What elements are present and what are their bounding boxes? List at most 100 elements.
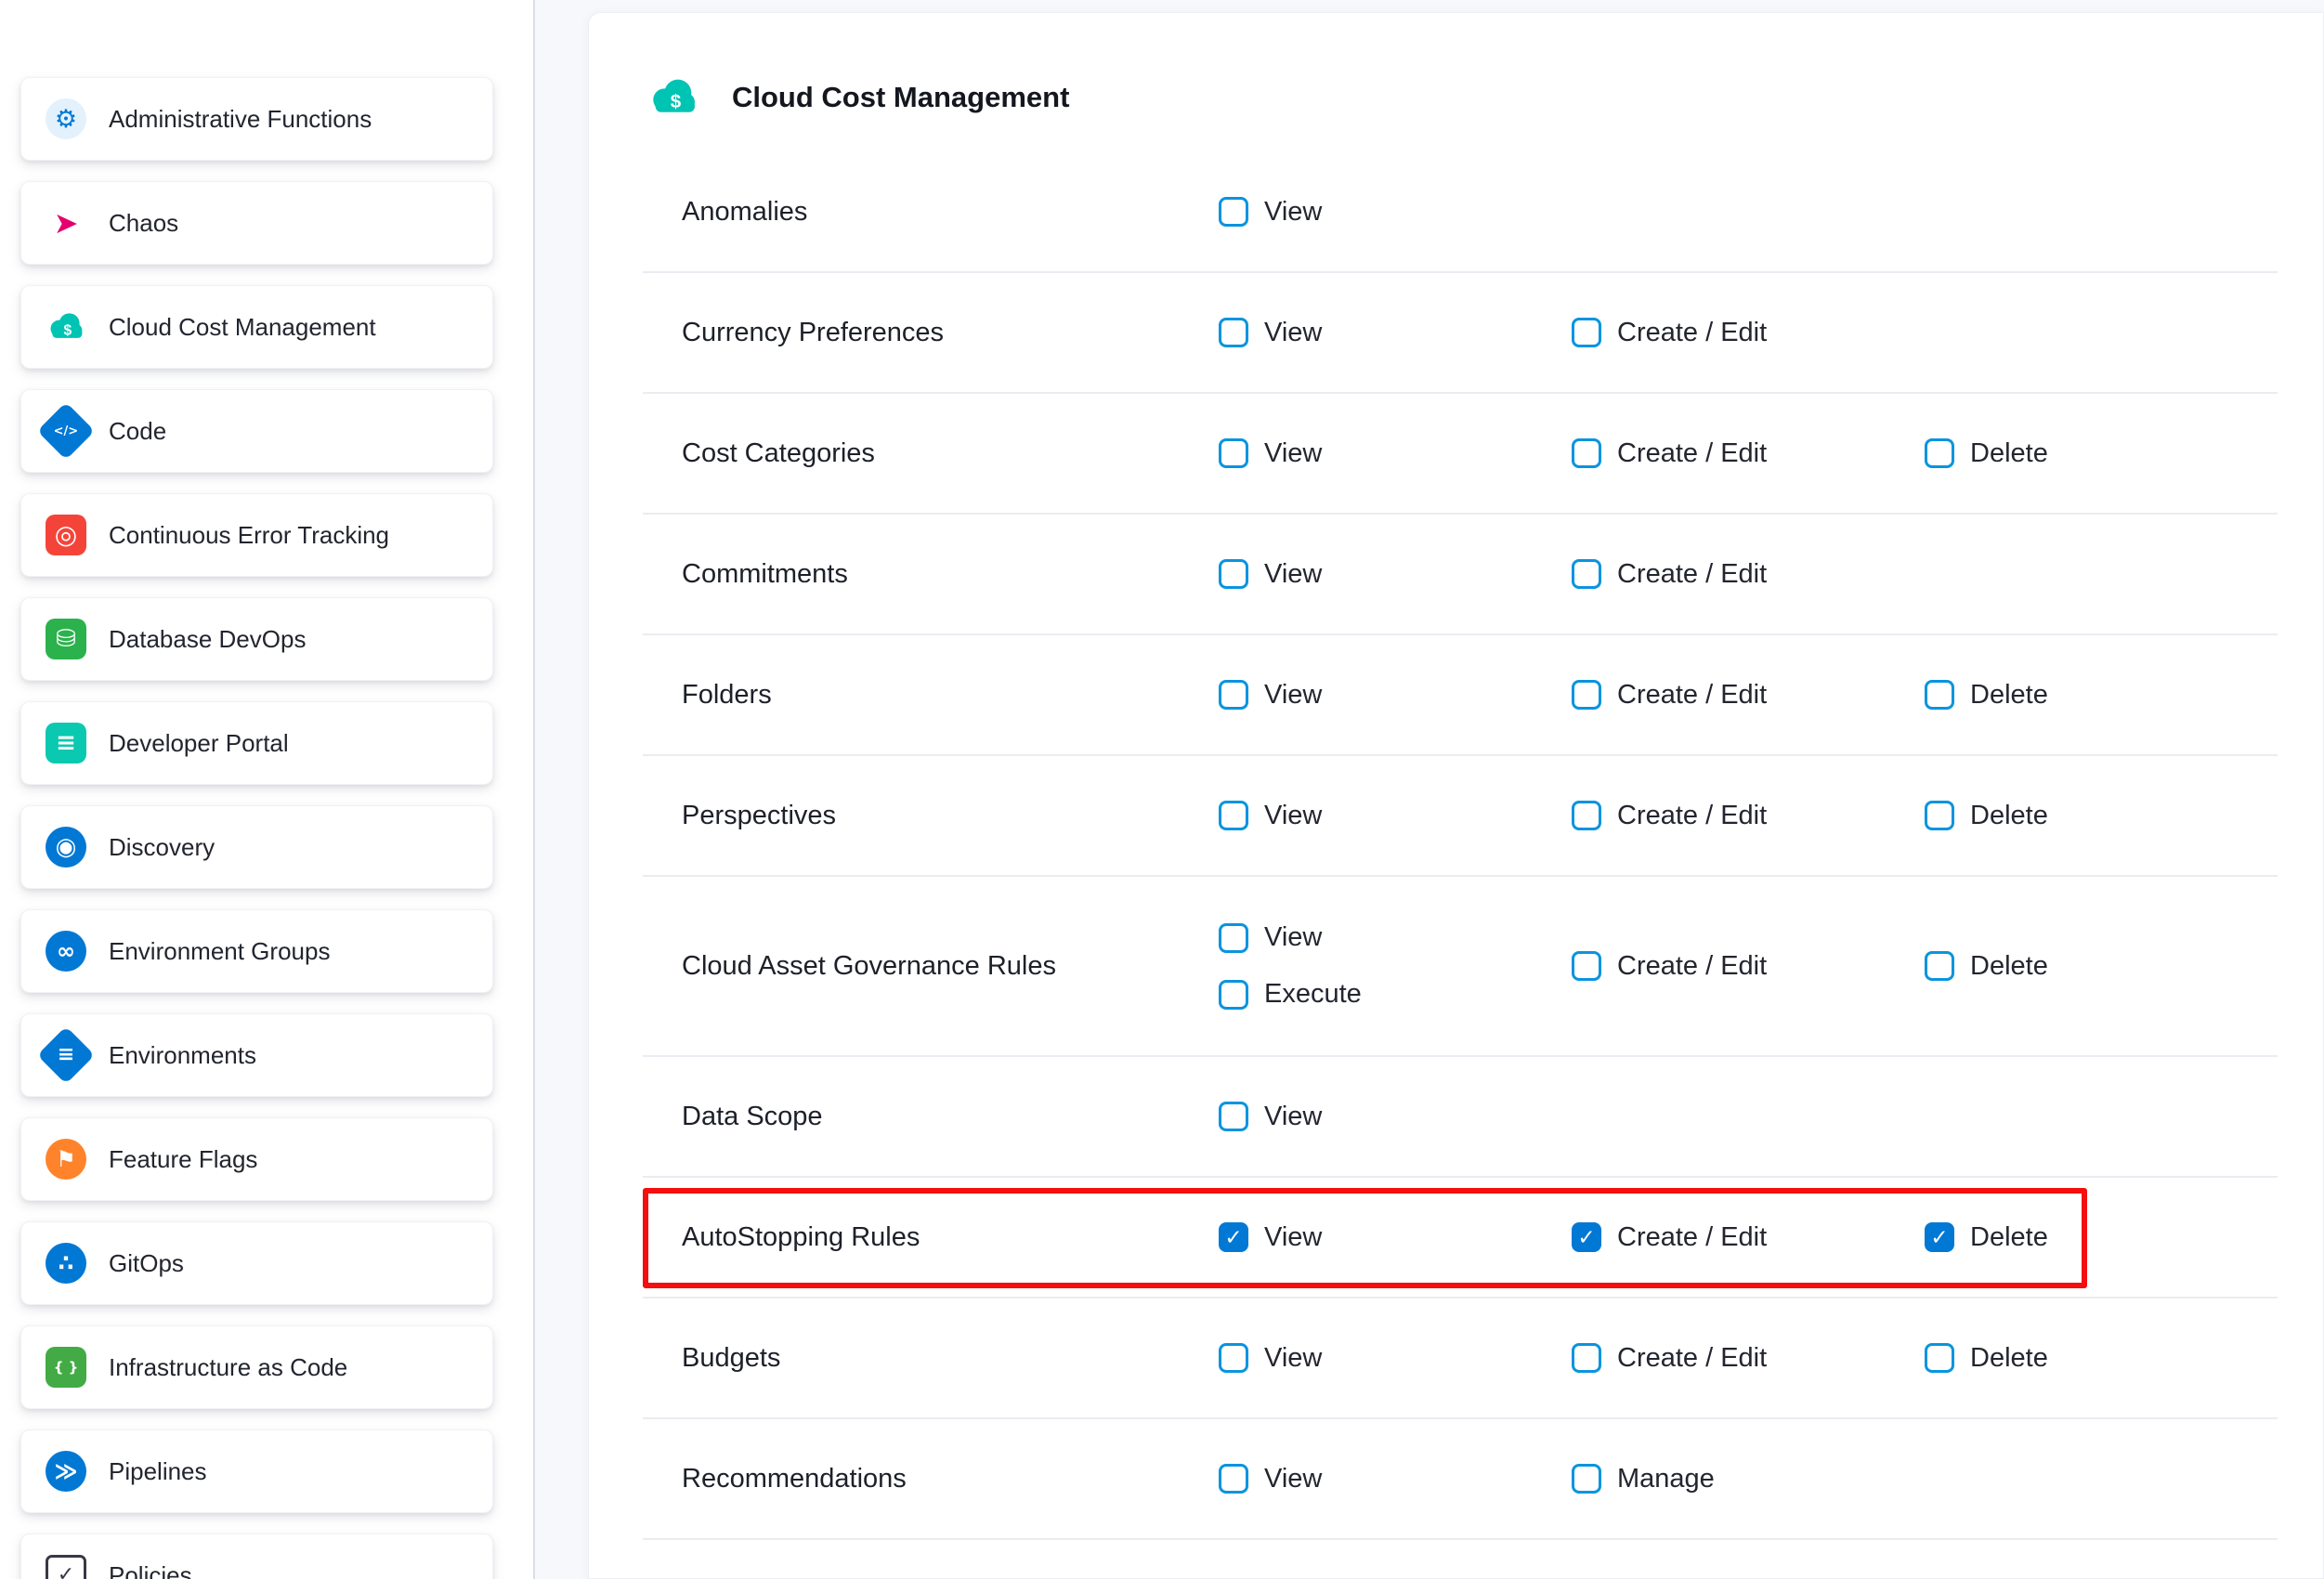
permission-delete[interactable]: Delete xyxy=(1925,951,2048,982)
permission-row: PerspectivesViewCreate / EditDelete xyxy=(643,756,2278,877)
view-checkbox[interactable]: ✓ xyxy=(1219,1222,1248,1252)
permission-view[interactable]: View xyxy=(1219,680,1322,711)
developer-portal-icon-glyph: ≡ xyxy=(56,731,76,755)
permission-column: View xyxy=(1219,559,1572,590)
permission-delete[interactable]: Delete xyxy=(1925,801,2048,831)
permission-view[interactable]: View xyxy=(1219,1343,1322,1374)
sidebar-item-administrative-functions[interactable]: ⚙Administrative Functions xyxy=(20,77,493,161)
delete-checkbox[interactable] xyxy=(1925,438,1954,468)
sidebar-item-feature-flags[interactable]: ⚑Feature Flags xyxy=(20,1117,493,1201)
manage-checkbox[interactable] xyxy=(1572,1464,1601,1494)
view-checkbox[interactable] xyxy=(1219,438,1248,468)
permission-delete[interactable]: Delete xyxy=(1925,1343,2048,1374)
card-header: $ Cloud Cost Management xyxy=(589,13,2323,124)
view-checkbox[interactable] xyxy=(1219,197,1248,227)
flag-icon: ⚑ xyxy=(46,1139,86,1180)
sidebar-item-label: Administrative Functions xyxy=(109,105,372,134)
view-checkbox[interactable] xyxy=(1219,923,1248,953)
sidebar-item-infrastructure-as-code[interactable]: { }Infrastructure as Code xyxy=(20,1325,493,1409)
environments-icon: ≡ xyxy=(37,1026,95,1084)
sidebar-item-database-devops[interactable]: ⛁Database DevOps xyxy=(20,597,493,681)
sidebar-item-discovery[interactable]: ◉Discovery xyxy=(20,805,493,889)
permission-view[interactable]: View xyxy=(1219,438,1322,469)
create-edit-checkbox[interactable] xyxy=(1572,559,1601,589)
sidebar-item-chaos[interactable]: ➤Chaos xyxy=(20,181,493,265)
permission-view[interactable]: View xyxy=(1219,1464,1322,1494)
permission-execute[interactable]: Execute xyxy=(1219,979,1362,1010)
permission-create-edit[interactable]: Create / Edit xyxy=(1572,559,1767,590)
permissions-table: AnomaliesViewCurrency PreferencesViewCre… xyxy=(643,152,2278,1540)
create-edit-checkbox[interactable] xyxy=(1572,1343,1601,1373)
permission-view[interactable]: View xyxy=(1219,559,1322,590)
sidebar-item-pipelines[interactable]: ≫Pipelines xyxy=(20,1429,493,1513)
delete-checkbox[interactable] xyxy=(1925,680,1954,710)
sidebar-item-developer-portal[interactable]: ≡Developer Portal xyxy=(20,701,493,785)
permission-delete[interactable]: Delete xyxy=(1925,438,2048,469)
permission-label: View xyxy=(1264,801,1322,831)
permission-group-label: Commitments xyxy=(643,559,1219,590)
permission-row: Cloud Asset Governance RulesViewExecuteC… xyxy=(643,877,2278,1057)
permission-view[interactable]: View xyxy=(1219,922,1322,953)
permission-row: Currency PreferencesViewCreate / Edit xyxy=(643,273,2278,394)
sidebar-item-code[interactable]: </>Code xyxy=(20,389,493,473)
view-checkbox[interactable] xyxy=(1219,680,1248,710)
view-checkbox[interactable] xyxy=(1219,801,1248,830)
view-checkbox[interactable] xyxy=(1219,318,1248,347)
create-edit-checkbox[interactable]: ✓ xyxy=(1572,1222,1601,1252)
sidebar-item-gitops[interactable]: ∴GitOps xyxy=(20,1221,493,1305)
create-edit-checkbox[interactable] xyxy=(1572,318,1601,347)
permission-view[interactable]: View xyxy=(1219,1102,1322,1132)
database-icon-glyph: ⛁ xyxy=(56,627,76,651)
delete-checkbox[interactable] xyxy=(1925,951,1954,981)
permission-view[interactable]: View xyxy=(1219,197,1322,228)
permission-manage[interactable]: Manage xyxy=(1572,1464,1715,1494)
sidebar-item-label: Chaos xyxy=(109,209,178,238)
permission-column: ✓ Delete xyxy=(1925,1222,2278,1253)
sidebar-item-continuous-error-tracking[interactable]: ◎Continuous Error Tracking xyxy=(20,493,493,577)
permission-label: Create / Edit xyxy=(1617,559,1767,590)
permission-create-edit[interactable]: Create / Edit xyxy=(1572,438,1767,469)
permission-create-edit[interactable]: Create / Edit xyxy=(1572,1343,1767,1374)
sidebar-item-policies[interactable]: ✓Policies xyxy=(20,1533,493,1579)
permission-delete[interactable]: Delete xyxy=(1925,680,2048,711)
permission-create-edit[interactable]: ✓ Create / Edit xyxy=(1572,1222,1767,1253)
permission-create-edit[interactable]: Create / Edit xyxy=(1572,318,1767,348)
environments-icon-glyph: ≡ xyxy=(58,1045,74,1065)
sidebar-item-environment-groups[interactable]: ∞Environment Groups xyxy=(20,909,493,993)
permission-column: ✓ Create / Edit xyxy=(1572,1222,1925,1253)
permission-label: Create / Edit xyxy=(1617,801,1767,831)
permission-create-edit[interactable]: Create / Edit xyxy=(1572,801,1767,831)
permission-label: Create / Edit xyxy=(1617,680,1767,711)
view-checkbox[interactable] xyxy=(1219,1464,1248,1494)
permission-view[interactable]: ✓View xyxy=(1219,1222,1322,1253)
create-edit-checkbox[interactable] xyxy=(1572,680,1601,710)
permission-delete[interactable]: ✓ Delete xyxy=(1925,1222,2048,1253)
permission-label: View xyxy=(1264,1343,1322,1374)
permission-label: Delete xyxy=(1970,951,2048,982)
execute-checkbox[interactable] xyxy=(1219,980,1248,1010)
create-edit-checkbox[interactable] xyxy=(1572,438,1601,468)
permission-group-label: Cost Categories xyxy=(643,438,1219,469)
permission-create-edit[interactable]: Create / Edit xyxy=(1572,680,1767,711)
permission-column: Create / Edit xyxy=(1572,559,1925,590)
create-edit-checkbox[interactable] xyxy=(1572,801,1601,830)
permission-view[interactable]: View xyxy=(1219,801,1322,831)
permission-label: Create / Edit xyxy=(1617,1222,1767,1253)
view-checkbox[interactable] xyxy=(1219,1102,1248,1131)
permissions-card: $ Cloud Cost Management AnomaliesViewCur… xyxy=(588,12,2324,1579)
view-checkbox[interactable] xyxy=(1219,559,1248,589)
pipelines-icon-glyph: ≫ xyxy=(54,1460,77,1482)
view-checkbox[interactable] xyxy=(1219,1343,1248,1373)
permission-label: View xyxy=(1264,922,1322,953)
delete-checkbox[interactable] xyxy=(1925,1343,1954,1373)
create-edit-checkbox[interactable] xyxy=(1572,951,1601,981)
permission-label: View xyxy=(1264,680,1322,711)
sidebar-item-environments[interactable]: ≡Environments xyxy=(20,1013,493,1097)
permission-label: View xyxy=(1264,1464,1322,1494)
permission-create-edit[interactable]: Create / Edit xyxy=(1572,951,1767,982)
delete-checkbox[interactable] xyxy=(1925,801,1954,830)
permission-view[interactable]: View xyxy=(1219,318,1322,348)
delete-checkbox[interactable]: ✓ xyxy=(1925,1222,1954,1252)
sidebar-item-cloud-cost-management[interactable]: $Cloud Cost Management xyxy=(20,285,493,369)
permission-label: Delete xyxy=(1970,1222,2048,1253)
